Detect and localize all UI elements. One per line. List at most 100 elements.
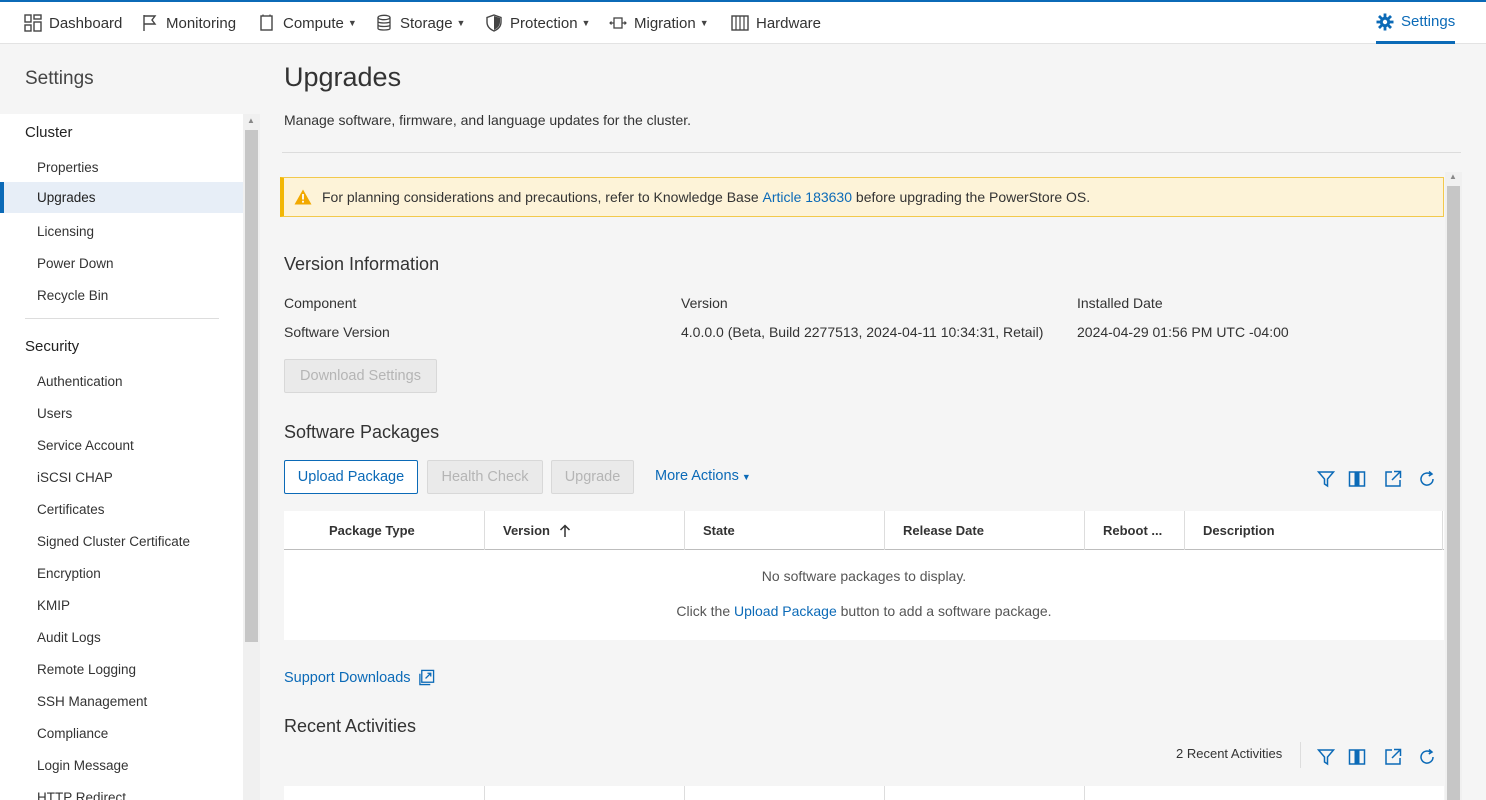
nav-settings[interactable]: Settings xyxy=(1376,2,1456,44)
column-divider[interactable] xyxy=(1084,786,1085,800)
sidebar-item-http-redirect[interactable]: HTTP Redirect xyxy=(0,782,243,800)
download-settings-button[interactable]: Download Settings xyxy=(284,359,437,393)
nav-protection[interactable]: Protection ▼ xyxy=(485,2,590,44)
sidebar-item-power-down[interactable]: Power Down xyxy=(0,248,243,279)
version-value: 4.0.0.0 (Beta, Build 2277513, 2024-04-11… xyxy=(681,324,1044,340)
nav-hardware[interactable]: Hardware xyxy=(731,2,821,44)
columns-icon[interactable] xyxy=(1348,470,1366,488)
filter-icon[interactable] xyxy=(1317,748,1335,766)
header-divider xyxy=(282,152,1461,153)
sidebar-scrollbar[interactable]: ▲ xyxy=(243,114,260,800)
sidebar-item-licensing[interactable]: Licensing xyxy=(0,216,243,247)
scroll-up-icon[interactable]: ▲ xyxy=(247,116,255,125)
support-downloads-link[interactable]: Support Downloads xyxy=(284,669,435,686)
column-divider[interactable] xyxy=(884,786,885,800)
upload-package-button[interactable]: Upload Package xyxy=(284,460,418,494)
export-icon[interactable] xyxy=(1384,470,1402,488)
sidebar-item-iscsi-chap[interactable]: iSCSI CHAP xyxy=(0,462,243,493)
sidebar-item-signed-cluster-certificate[interactable]: Signed Cluster Certificate xyxy=(0,526,243,557)
nav-dashboard[interactable]: Dashboard xyxy=(24,2,122,44)
nav-storage[interactable]: Storage ▼ xyxy=(375,2,465,44)
main-scroll-thumb[interactable] xyxy=(1447,186,1460,800)
sidebar-item-audit-logs[interactable]: Audit Logs xyxy=(0,622,243,653)
kb-article-link[interactable]: Article 183630 xyxy=(763,189,853,205)
column-package-type[interactable]: Package Type xyxy=(329,511,415,550)
sidebar-section-security: Security xyxy=(25,338,80,355)
flag-icon xyxy=(143,15,157,31)
sidebar-item-recycle-bin[interactable]: Recycle Bin xyxy=(0,280,243,311)
nav-migration[interactable]: Migration ▼ xyxy=(609,2,709,44)
top-navigation: Dashboard Monitoring Compute ▼ Storage ▼… xyxy=(0,0,1486,44)
support-downloads-label: Support Downloads xyxy=(284,669,411,686)
refresh-icon[interactable] xyxy=(1418,470,1436,488)
column-divider[interactable] xyxy=(484,786,485,800)
sidebar-item-remote-logging[interactable]: Remote Logging xyxy=(0,654,243,685)
more-actions-dropdown[interactable]: More Actions ▼ xyxy=(655,468,751,484)
sort-ascending-icon xyxy=(559,523,570,537)
column-divider[interactable] xyxy=(1184,511,1185,550)
health-check-button[interactable]: Health Check xyxy=(427,460,543,494)
column-divider[interactable] xyxy=(1084,511,1085,550)
column-divider[interactable] xyxy=(684,786,685,800)
empty-hint-before: Click the xyxy=(676,603,734,619)
nav-protection-label: Protection xyxy=(510,14,578,32)
sidebar-item-properties[interactable]: Properties xyxy=(0,152,243,183)
recent-activities-count: 2 Recent Activities xyxy=(1176,746,1283,761)
nav-compute-label: Compute xyxy=(283,14,344,32)
upgrade-button[interactable]: Upgrade xyxy=(551,460,634,494)
sidebar-item-kmip[interactable]: KMIP xyxy=(0,590,243,621)
filter-icon[interactable] xyxy=(1317,470,1335,488)
nav-monitoring-label: Monitoring xyxy=(166,14,237,32)
warning-alert: For planning considerations and precauti… xyxy=(280,177,1444,217)
packages-table-header: Package Type Version State Release Date … xyxy=(284,511,1444,550)
sidebar-item-certificates[interactable]: Certificates xyxy=(0,494,243,525)
sidebar-divider xyxy=(25,318,219,319)
nav-settings-label: Settings xyxy=(1401,13,1456,30)
hardware-icon xyxy=(731,15,749,31)
packages-table: Package Type Version State Release Date … xyxy=(284,511,1444,640)
sidebar-item-login-message[interactable]: Login Message xyxy=(0,750,243,781)
column-divider[interactable] xyxy=(884,511,885,550)
alert-text-after: before upgrading the PowerStore OS. xyxy=(852,189,1091,205)
column-divider[interactable] xyxy=(684,511,685,550)
sidebar-item-users[interactable]: Users xyxy=(0,398,243,429)
shield-icon xyxy=(486,14,502,32)
version-info-heading: Version Information xyxy=(284,254,440,274)
sidebar-list: Cluster Properties Upgrades Licensing Po… xyxy=(0,114,243,800)
chevron-down-icon: ▼ xyxy=(456,18,466,28)
column-version[interactable]: Version xyxy=(503,511,571,550)
upload-package-link[interactable]: Upload Package xyxy=(734,603,837,619)
columns-icon[interactable] xyxy=(1348,748,1366,766)
sidebar-item-service-account[interactable]: Service Account xyxy=(0,430,243,461)
sidebar-scroll-thumb[interactable] xyxy=(245,130,258,642)
nav-dashboard-label: Dashboard xyxy=(49,14,123,32)
empty-hint-after: button to add a software package. xyxy=(836,603,1052,619)
scroll-up-icon[interactable]: ▲ xyxy=(1449,172,1457,181)
sidebar-item-authentication[interactable]: Authentication xyxy=(0,366,243,397)
sidebar-item-ssh-management[interactable]: SSH Management xyxy=(0,686,243,717)
column-version-label: Version xyxy=(503,523,550,538)
page-description: Manage software, firmware, and language … xyxy=(284,112,692,128)
chevron-down-icon: ▼ xyxy=(741,472,751,482)
col-installed-label: Installed Date xyxy=(1077,295,1163,311)
sidebar-item-compliance[interactable]: Compliance xyxy=(0,718,243,749)
export-icon[interactable] xyxy=(1384,748,1402,766)
nav-storage-label: Storage xyxy=(400,14,453,32)
refresh-icon[interactable] xyxy=(1418,748,1436,766)
toolbar-divider xyxy=(1300,742,1301,768)
nav-monitoring[interactable]: Monitoring xyxy=(141,2,236,44)
column-reboot[interactable]: Reboot ... xyxy=(1103,511,1162,550)
sidebar-item-upgrades[interactable]: Upgrades xyxy=(0,182,243,213)
nav-compute[interactable]: Compute ▼ xyxy=(258,2,357,44)
recent-activities-heading: Recent Activities xyxy=(284,716,417,736)
settings-sidebar: Settings Cluster Properties Upgrades Lic… xyxy=(0,44,260,800)
page-title: Upgrades xyxy=(284,62,402,92)
column-divider[interactable] xyxy=(484,511,485,550)
column-description[interactable]: Description xyxy=(1203,511,1275,550)
main-scrollbar[interactable]: ▲ xyxy=(1445,172,1462,800)
column-state[interactable]: State xyxy=(703,511,735,550)
software-packages-heading: Software Packages xyxy=(284,422,440,442)
column-divider[interactable] xyxy=(1442,511,1443,550)
column-release-date[interactable]: Release Date xyxy=(903,511,984,550)
sidebar-item-encryption[interactable]: Encryption xyxy=(0,558,243,589)
